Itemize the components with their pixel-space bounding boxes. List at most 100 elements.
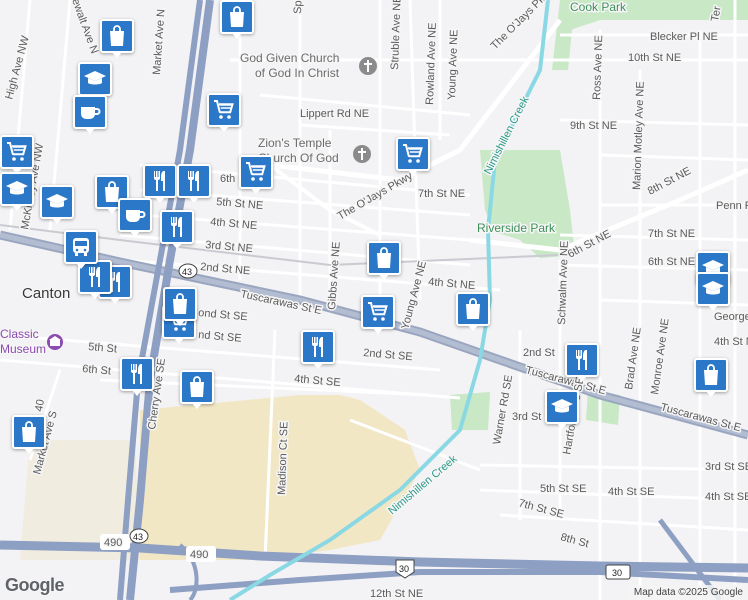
marker-shopping[interactable]: [12, 415, 46, 454]
street-12th: 12th St NE: [370, 588, 423, 600]
svg-text:30: 30: [612, 568, 622, 578]
street-young-s: Young Ave NE: [399, 260, 429, 331]
church-icon: [353, 145, 371, 163]
marker-transit[interactable]: [64, 230, 98, 269]
shopping-bag-icon: [168, 292, 192, 316]
street-young-n: Young Ave NE: [446, 29, 460, 100]
street-5th-st: 5th St: [88, 341, 118, 355]
marker-grocery[interactable]: [207, 93, 241, 132]
svg-text:43: 43: [182, 267, 192, 277]
marker-restaurant[interactable]: [120, 357, 154, 396]
museum-icon: [47, 334, 63, 350]
marker-grocery[interactable]: [361, 295, 395, 334]
map-canvas[interactable]: Canton God Given Church of God In Christ…: [0, 0, 748, 600]
street-7th-e: 7th St NE: [648, 228, 695, 240]
street-warner: Warner Rd SE: [491, 374, 515, 446]
marker-shopping[interactable]: [163, 287, 197, 326]
street-6th-st: 6th St: [82, 363, 112, 377]
graduation-cap-icon: [701, 277, 725, 301]
marker-shopping[interactable]: [220, 0, 254, 39]
church-label-2a: Zion's Temple: [258, 136, 332, 150]
marker-restaurant[interactable]: [301, 330, 335, 369]
shield-43-south: 43: [129, 528, 149, 544]
marker-school[interactable]: [40, 185, 74, 224]
coffee-cup-icon: [123, 203, 147, 227]
map-attribution[interactable]: Map data ©2025 Google: [628, 585, 748, 600]
fork-knife-icon: [306, 335, 330, 359]
street-ross: Ross Ave NE: [591, 35, 605, 100]
google-logo: Google: [5, 575, 65, 595]
graduation-cap-icon: [83, 67, 107, 91]
fork-knife-icon: [570, 348, 594, 372]
street-4th-se-e: 4th St SE: [705, 491, 748, 503]
shopping-cart-icon: [244, 160, 268, 184]
marker-grocery[interactable]: [396, 137, 430, 176]
marker-restaurant[interactable]: [565, 343, 599, 382]
street-4th-m: 4th St NE: [428, 276, 476, 292]
street-monroe: Monroe Ave NE: [649, 318, 672, 396]
coffee-cup-icon: [78, 100, 102, 124]
street-40: 40: [33, 398, 47, 412]
street-rowland: Rowland Ave NE: [424, 22, 439, 105]
street-4th-se-w: 4th St SE: [294, 373, 341, 389]
marker-shopping[interactable]: [367, 241, 401, 280]
svg-text:43: 43: [133, 532, 143, 542]
shopping-bag-icon: [461, 297, 485, 321]
marker-restaurant[interactable]: [177, 164, 211, 203]
marker-school[interactable]: [696, 272, 730, 311]
fork-knife-icon: [148, 169, 172, 193]
shopping-bag-icon: [185, 375, 209, 399]
street-4th-w: 4th St NE: [210, 216, 258, 232]
marker-grocery[interactable]: [239, 155, 273, 194]
street-nd-se: nd St SE: [198, 329, 242, 345]
marker-cafe[interactable]: [73, 95, 107, 134]
shopping-bag-icon: [225, 5, 249, 29]
marker-grocery[interactable]: [0, 135, 34, 174]
church-label-1b: of God In Christ: [255, 66, 340, 80]
marker-restaurant[interactable]: [143, 164, 177, 203]
street-3rd-se-e: 3rd St SE: [705, 461, 748, 473]
street-7th-w: 7th St NE: [418, 188, 465, 200]
svg-text:490: 490: [104, 537, 122, 549]
street-market: Market Ave N: [151, 9, 168, 76]
marker-shopping[interactable]: [100, 19, 134, 58]
street-4th-e: 4th St N: [714, 336, 748, 348]
street-5th-se: 5th St SE: [540, 483, 586, 495]
graduation-cap-icon: [45, 190, 69, 214]
street-6th-e: 6th St NE: [648, 256, 695, 268]
city-label: Canton: [22, 285, 70, 302]
shield-490-east: 490: [186, 546, 216, 563]
shopping-bag-icon: [105, 24, 129, 48]
marker-school[interactable]: [78, 62, 112, 101]
marker-shopping[interactable]: [180, 370, 214, 409]
museum-label-2: Museum: [0, 342, 46, 356]
street-4th-se: 4th St SE: [608, 486, 654, 498]
shopping-bag-icon: [699, 363, 723, 387]
shopping-cart-icon: [401, 142, 425, 166]
bus-icon: [69, 235, 93, 259]
street-2nd-se: 2nd St SE: [363, 347, 413, 363]
shopping-cart-icon: [5, 140, 29, 164]
street-10th: 10th St NE: [628, 52, 681, 64]
marker-shopping[interactable]: [456, 292, 490, 331]
fork-knife-icon: [182, 169, 206, 193]
shopping-cart-icon: [212, 98, 236, 122]
shopping-bag-icon: [17, 420, 41, 444]
riverside-park-label: Riverside Park: [477, 221, 556, 235]
street-marion: Marion Motley Ave NE: [631, 81, 647, 190]
marker-school[interactable]: [545, 390, 579, 429]
marker-school[interactable]: [0, 172, 34, 211]
street-george: George: [714, 311, 748, 323]
shield-30-east: 30: [605, 564, 631, 580]
cook-park-label: Cook Park: [570, 0, 627, 14]
marker-cafe[interactable]: [118, 198, 152, 237]
street-blecker: Blecker Pl NE: [650, 31, 718, 43]
marker-shopping[interactable]: [694, 358, 728, 397]
marker-restaurant[interactable]: [160, 210, 194, 249]
shield-490-west: 490: [100, 534, 130, 551]
street-ond-se: ond St SE: [198, 307, 248, 323]
street-high: High Ave NW: [3, 34, 32, 101]
svg-text:30: 30: [399, 564, 409, 574]
street-sp: Sp: [292, 0, 304, 14]
street-9th: 9th St NE: [570, 120, 617, 132]
